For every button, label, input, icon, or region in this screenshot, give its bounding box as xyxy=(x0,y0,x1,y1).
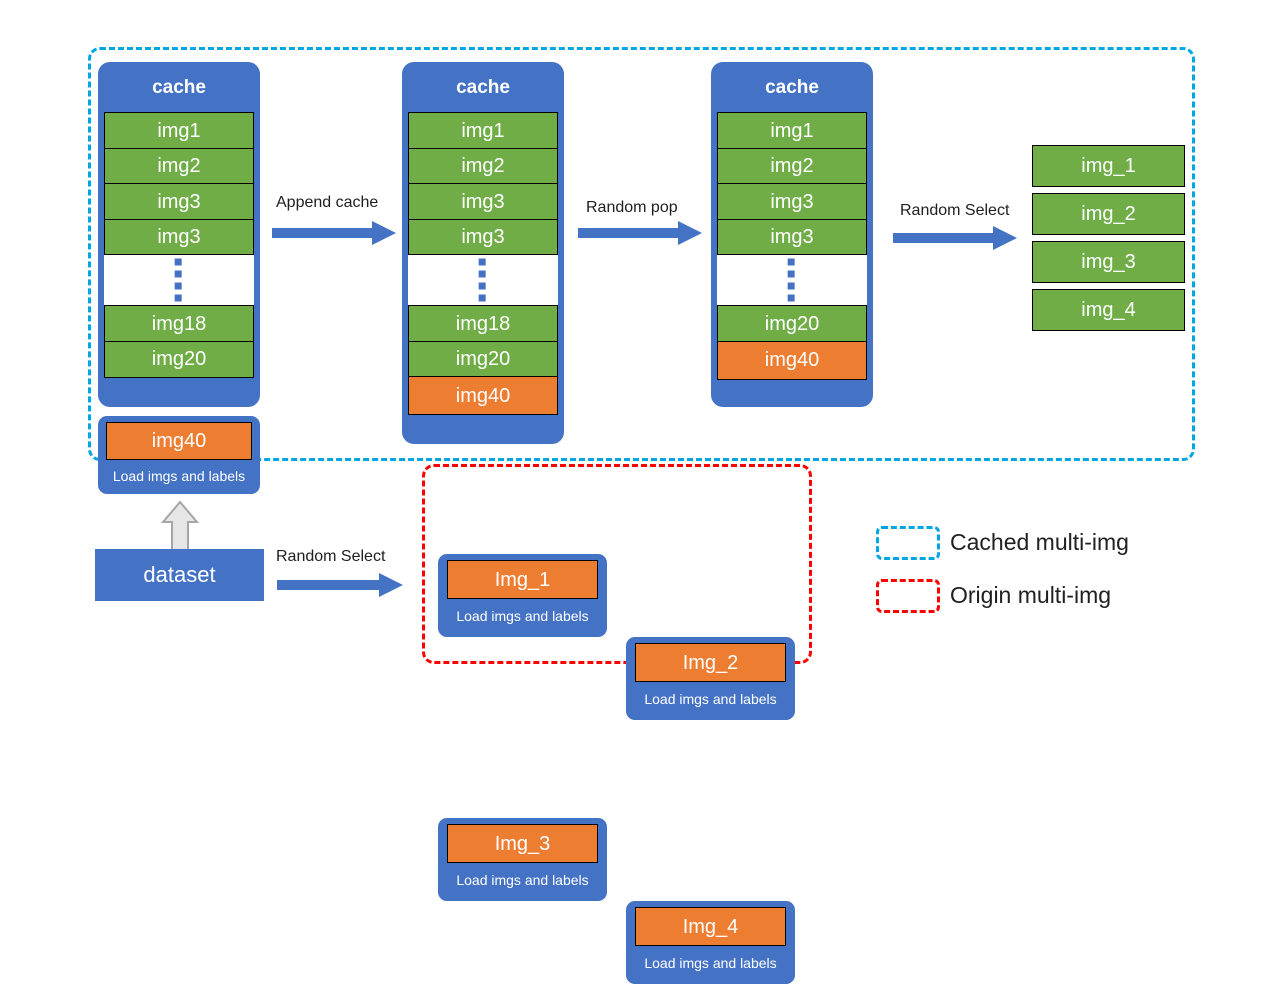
legend-swatch-origin xyxy=(876,579,940,613)
legend-label-origin: Origin multi-img xyxy=(950,582,1112,608)
cache-slot-new: img40 xyxy=(408,376,558,416)
cache-slot: img3 xyxy=(717,183,867,221)
cache-column-2: cache img1 img2 img3 img3 img18 img20 im… xyxy=(402,62,564,444)
cache-slot: img2 xyxy=(408,147,558,185)
cache-title: cache xyxy=(765,77,819,98)
origin-card-caption: Load imgs and labels xyxy=(644,955,777,971)
cache-slot: img1 xyxy=(408,112,558,149)
result-chip: img_4 xyxy=(1032,289,1185,331)
cache-slot-new: img40 xyxy=(717,340,867,380)
origin-card-chip: Img_3 xyxy=(447,824,598,863)
cache-slot: img3 xyxy=(104,218,254,256)
origin-card: Img_3 Load imgs and labels xyxy=(438,818,607,901)
origin-card-chip: Img_1 xyxy=(447,560,598,599)
cache-slot: img3 xyxy=(717,218,867,256)
arrow-random-select-bottom xyxy=(277,573,403,597)
cache-slot: img3 xyxy=(408,183,558,221)
cache-slot: img2 xyxy=(104,147,254,185)
cache-slot-ellipsis xyxy=(717,254,867,307)
origin-card-chip: Img_4 xyxy=(635,907,786,946)
cache-slot-ellipsis xyxy=(104,254,254,307)
cache-slot: img18 xyxy=(408,305,558,343)
origin-card-caption: Load imgs and labels xyxy=(644,691,777,707)
arrow-label-random-select-top: Random Select xyxy=(900,202,1010,219)
origin-card: Img_4 Load imgs and labels xyxy=(626,901,795,984)
cache-slot: img3 xyxy=(408,218,558,256)
arrow-append-cache xyxy=(272,221,396,245)
cache-slot: img3 xyxy=(104,183,254,221)
arrow-random-select-top xyxy=(893,226,1017,250)
origin-card: Img_1 Load imgs and labels xyxy=(438,554,607,637)
result-chip: img_3 xyxy=(1032,241,1185,283)
cache-slot: img20 xyxy=(408,340,558,378)
legend-swatch-cached xyxy=(876,526,940,560)
dataset-box: dataset xyxy=(95,549,264,601)
origin-card: Img_2 Load imgs and labels xyxy=(626,637,795,720)
cache-slot: img1 xyxy=(717,112,867,149)
origin-card-chip: Img_2 xyxy=(635,643,786,682)
cache-column-3: cache img1 img2 img3 img3 img20 img40 xyxy=(711,62,873,407)
loader-card-chip: img40 xyxy=(106,422,252,460)
arrow-label-random-pop: Random pop xyxy=(586,199,678,216)
result-chip: img_1 xyxy=(1032,145,1185,187)
origin-card-caption: Load imgs and labels xyxy=(456,608,589,624)
origin-card-caption: Load imgs and labels xyxy=(456,872,589,888)
cache-slot: img2 xyxy=(717,147,867,185)
arrow-label-random-select-bottom: Random Select xyxy=(276,548,386,565)
cache-title: cache xyxy=(152,77,206,98)
arrow-random-pop xyxy=(578,221,702,245)
cache-title: cache xyxy=(456,77,510,98)
loader-card-caption: Load imgs and labels xyxy=(112,468,246,484)
arrow-label-append-cache: Append cache xyxy=(276,194,379,211)
cache-column-1: cache img1 img2 img3 img3 img18 img20 xyxy=(98,62,260,407)
vertical-ellipsis-icon xyxy=(787,258,795,302)
vertical-ellipsis-icon xyxy=(174,258,182,302)
legend-label-cached: Cached multi-img xyxy=(950,529,1129,555)
arrow-up-dataset-to-loader xyxy=(160,500,200,553)
cache-slot: img20 xyxy=(104,340,254,378)
vertical-ellipsis-icon xyxy=(478,258,486,302)
result-chip: img_2 xyxy=(1032,193,1185,235)
cache-slot: img18 xyxy=(104,305,254,343)
loader-card-img40: img40 Load imgs and labels xyxy=(98,416,260,494)
cache-slot-ellipsis xyxy=(408,254,558,307)
cache-slot: img1 xyxy=(104,112,254,149)
cache-slot: img20 xyxy=(717,305,867,343)
